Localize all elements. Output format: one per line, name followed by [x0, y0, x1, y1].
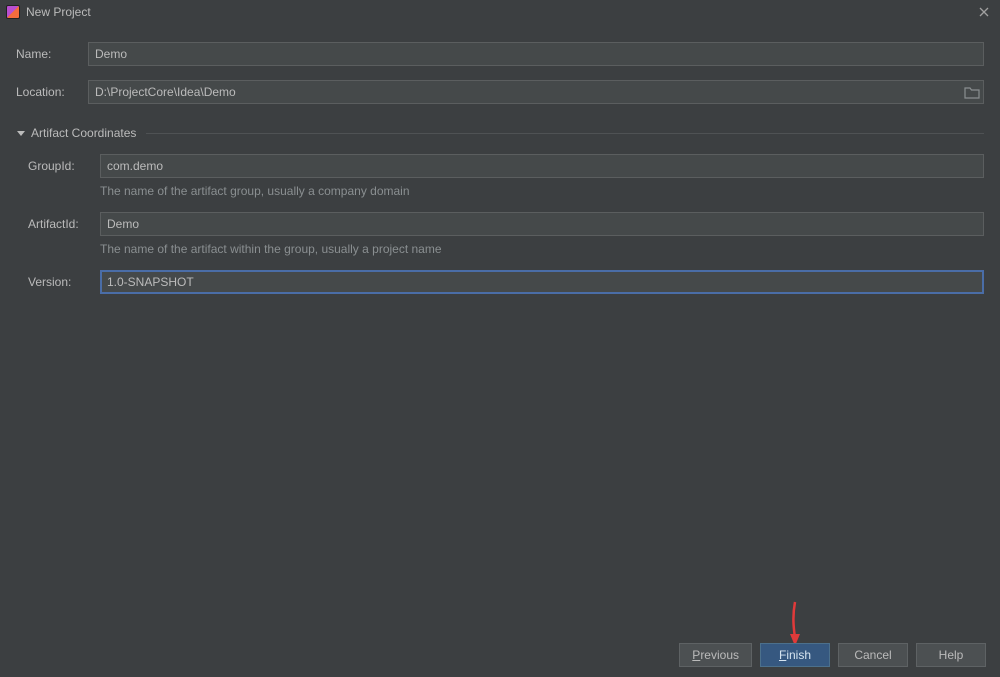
app-icon [6, 5, 20, 19]
location-input[interactable] [88, 80, 984, 104]
name-input[interactable] [88, 42, 984, 66]
finish-button[interactable]: Finish [760, 643, 830, 667]
version-label: Version: [28, 275, 100, 289]
previous-button[interactable]: Previous [679, 643, 752, 667]
artifact-coordinates-toggle[interactable]: Artifact Coordinates [16, 126, 984, 140]
artifactid-hint: The name of the artifact within the grou… [100, 242, 984, 256]
cancel-button[interactable]: Cancel [838, 643, 908, 667]
artifactid-label: ArtifactId: [28, 217, 100, 231]
location-label: Location: [16, 85, 88, 99]
name-label: Name: [16, 47, 88, 61]
close-icon[interactable] [974, 2, 994, 22]
chevron-down-icon [16, 128, 26, 138]
artifactid-input[interactable] [100, 212, 984, 236]
groupid-hint: The name of the artifact group, usually … [100, 184, 984, 198]
folder-icon[interactable] [964, 85, 980, 99]
window-title: New Project [26, 5, 91, 19]
artifact-section-title: Artifact Coordinates [31, 126, 136, 140]
groupid-input[interactable] [100, 154, 984, 178]
help-button[interactable]: Help [916, 643, 986, 667]
version-input[interactable] [100, 270, 984, 294]
groupid-label: GroupId: [28, 159, 100, 173]
section-separator [146, 133, 984, 134]
